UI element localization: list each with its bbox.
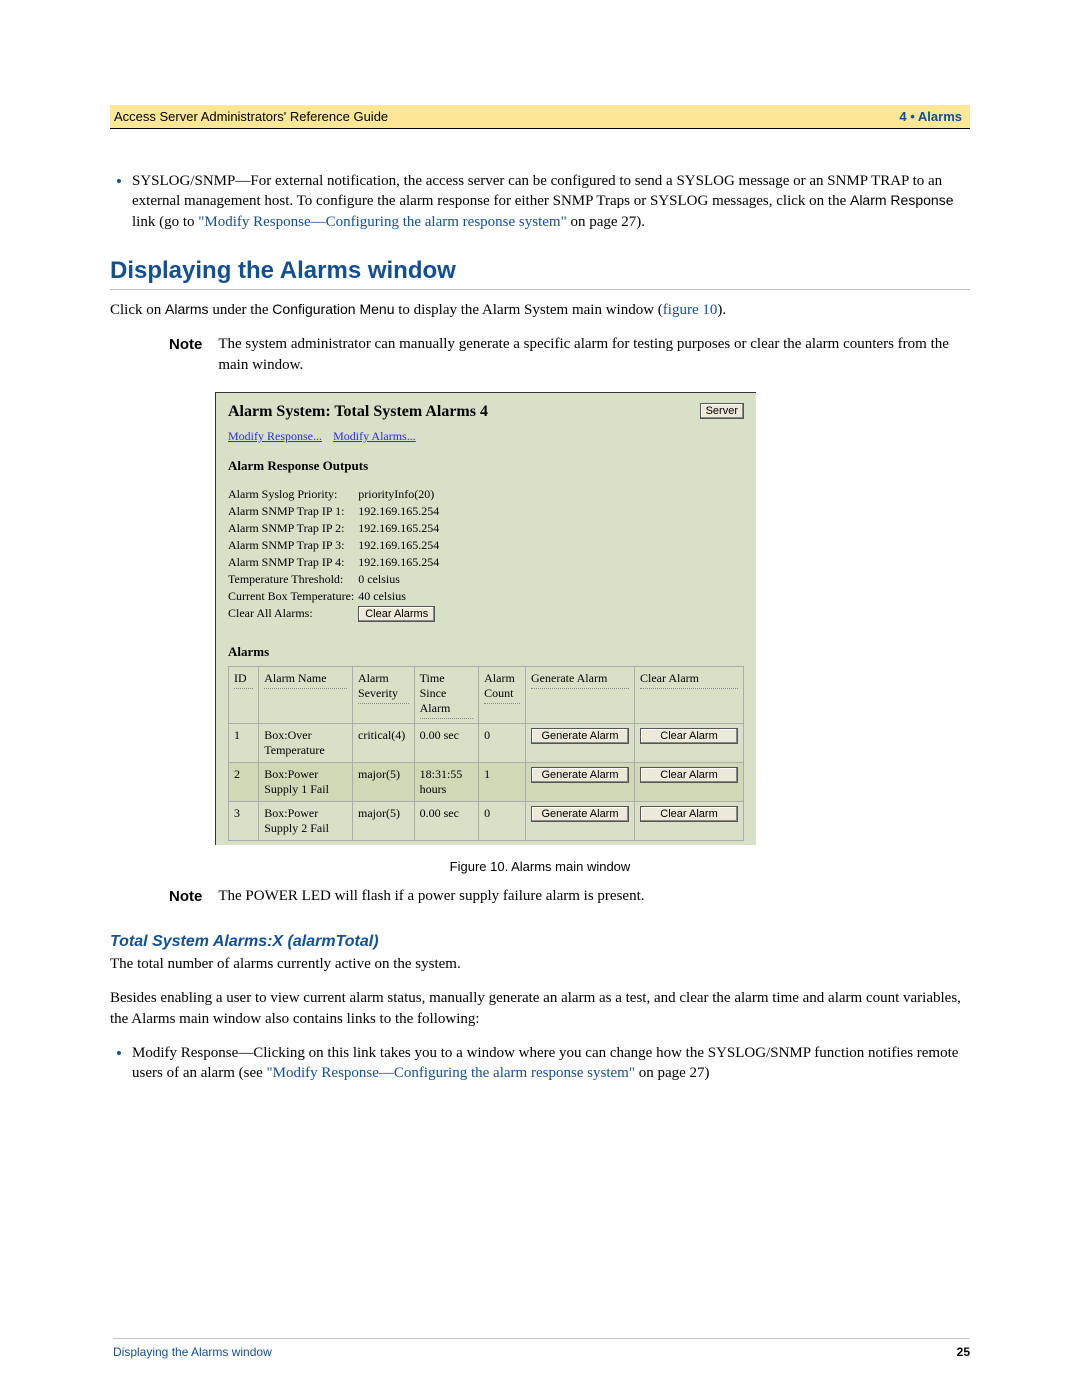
kv-val: 192.169.165.254 <box>358 503 443 520</box>
kv-key: Temperature Threshold: <box>228 571 358 588</box>
cell-since: 0.00 sec <box>414 802 479 841</box>
clear-all-label: Clear All Alarms: <box>228 605 358 622</box>
response-outputs-table: Alarm Syslog Priority:priorityInfo(20) A… <box>228 486 443 622</box>
cell-since: 18:31:55 hours <box>414 763 479 802</box>
table-row: 2 Box:Power Supply 1 Fail major(5) 18:31… <box>229 763 744 802</box>
page-footer: Displaying the Alarms window 25 <box>113 1338 970 1359</box>
text-fragment: to display the Alarm System main window … <box>394 302 662 318</box>
modify-alarms-link[interactable]: Modify Alarms... <box>333 429 416 443</box>
cell-name: Box:Power Supply 1 Fail <box>259 763 353 802</box>
kv-val: 192.169.165.254 <box>358 520 443 537</box>
response-outputs-heading: Alarm Response Outputs <box>228 458 744 474</box>
header-chapter: 4 • Alarms <box>899 109 962 124</box>
text-fragment: Click on <box>110 302 165 318</box>
generate-alarm-button[interactable]: Generate Alarm <box>531 767 629 783</box>
kv-key: Alarm SNMP Trap IP 3: <box>228 537 358 554</box>
kv-key: Alarm SNMP Trap IP 4: <box>228 554 358 571</box>
kv-key: Alarm SNMP Trap IP 2: <box>228 520 358 537</box>
display-paragraph: Click on Alarms under the Configuration … <box>110 300 970 320</box>
text-fragment: ). <box>717 302 726 318</box>
xref-figure-10[interactable]: figure 10 <box>663 302 718 318</box>
clear-alarms-button[interactable]: Clear Alarms <box>358 606 435 622</box>
cell-count: 0 <box>479 802 526 841</box>
server-button[interactable]: Server <box>700 403 744 419</box>
kv-key: Alarm Syslog Priority: <box>228 486 358 503</box>
section-heading-displaying-alarms: Displaying the Alarms window <box>110 257 970 290</box>
generate-alarm-button[interactable]: Generate Alarm <box>531 728 629 744</box>
col-severity: Alarm Severity <box>358 671 409 704</box>
clear-alarm-button[interactable]: Clear Alarm <box>640 767 738 783</box>
subsection-heading-total-alarms: Total System Alarms:X (alarmTotal) <box>110 933 970 951</box>
clear-alarm-button[interactable]: Clear Alarm <box>640 806 738 822</box>
table-row: 1 Box:Over Temperature critical(4) 0.00 … <box>229 724 744 763</box>
col-since: Time Since Alarm <box>420 671 474 719</box>
modify-response-link[interactable]: Modify Response... <box>228 429 322 443</box>
cell-name: Box:Over Temperature <box>259 724 353 763</box>
window-title: Alarm System: Total System Alarms 4 <box>228 403 488 421</box>
cell-id: 2 <box>229 763 259 802</box>
kv-val: priorityInfo(20) <box>358 486 443 503</box>
footer-page-number: 25 <box>957 1345 970 1359</box>
figure-caption: Figure 10. Alarms main window <box>110 859 970 874</box>
cell-count: 1 <box>479 763 526 802</box>
col-generate: Generate Alarm <box>531 671 629 689</box>
note-label: Note <box>169 334 202 376</box>
note-text: The POWER LED will flash if a power supp… <box>218 886 644 907</box>
ui-term-alarm-response: Alarm Response <box>850 192 954 208</box>
note-block: Note The system administrator can manual… <box>169 334 970 376</box>
alarms-table: ID Alarm Name Alarm Severity Time Since … <box>228 666 744 841</box>
cell-count: 0 <box>479 724 526 763</box>
ui-term-config-menu: Configuration Menu <box>272 301 394 317</box>
intro-bullet-list: SYSLOG/SNMP—For external notification, t… <box>110 171 970 232</box>
cell-severity: critical(4) <box>353 724 415 763</box>
cell-id: 1 <box>229 724 259 763</box>
cell-severity: major(5) <box>353 763 415 802</box>
sub-para-1: The total number of alarms currently act… <box>110 954 970 974</box>
note-block: Note The POWER LED will flash if a power… <box>169 886 970 907</box>
kv-val: 192.169.165.254 <box>358 537 443 554</box>
kv-val: 40 celsius <box>358 588 443 605</box>
list-item: Modify Response—Clicking on this link ta… <box>132 1043 970 1084</box>
bullet-text-fragment: link (go to <box>132 214 198 230</box>
table-row: 3 Box:Power Supply 2 Fail major(5) 0.00 … <box>229 802 744 841</box>
col-id: ID <box>234 671 253 689</box>
alarms-heading: Alarms <box>228 644 744 660</box>
generate-alarm-button[interactable]: Generate Alarm <box>531 806 629 822</box>
kv-val: 0 celsius <box>358 571 443 588</box>
sub-para-2: Besides enabling a user to view current … <box>110 988 970 1029</box>
page-header: Access Server Administrators' Reference … <box>110 105 970 129</box>
alarms-window-screenshot: Alarm System: Total System Alarms 4 Serv… <box>215 392 756 845</box>
header-doc-title: Access Server Administrators' Reference … <box>114 109 388 124</box>
text-fragment: under the <box>209 302 273 318</box>
xref-modify-response-bottom[interactable]: "Modify Response—Configuring the alarm r… <box>267 1065 635 1081</box>
bullet-text-fragment: on page 27). <box>567 214 645 230</box>
note-text: The system administrator can manually ge… <box>218 334 970 376</box>
bottom-bullet-list: Modify Response—Clicking on this link ta… <box>110 1043 970 1084</box>
note-label: Note <box>169 886 202 907</box>
ui-term-alarms: Alarms <box>165 301 209 317</box>
kv-val: 192.169.165.254 <box>358 554 443 571</box>
xref-modify-response[interactable]: "Modify Response—Configuring the alarm r… <box>198 214 566 230</box>
col-clear: Clear Alarm <box>640 671 738 689</box>
kv-key: Alarm SNMP Trap IP 1: <box>228 503 358 520</box>
bullet-text-fragment: SYSLOG/SNMP—For external notification, t… <box>132 173 942 209</box>
col-count: Alarm Count <box>484 671 520 704</box>
list-item: SYSLOG/SNMP—For external notification, t… <box>132 171 970 232</box>
kv-key: Current Box Temperature: <box>228 588 358 605</box>
cell-since: 0.00 sec <box>414 724 479 763</box>
cell-severity: major(5) <box>353 802 415 841</box>
bullet-text-fragment: on page 27) <box>635 1065 710 1081</box>
clear-alarm-button[interactable]: Clear Alarm <box>640 728 738 744</box>
col-name: Alarm Name <box>264 671 347 689</box>
footer-section-title: Displaying the Alarms window <box>113 1345 272 1359</box>
cell-name: Box:Power Supply 2 Fail <box>259 802 353 841</box>
cell-id: 3 <box>229 802 259 841</box>
